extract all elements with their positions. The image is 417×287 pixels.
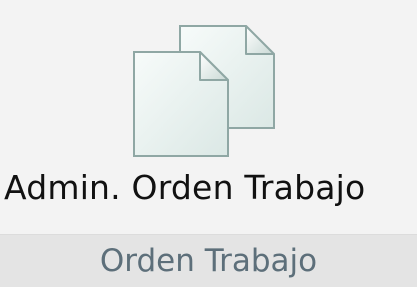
ribbon-group-label: Orden Trabajo [99,243,318,279]
admin-orden-trabajo-button[interactable]: Admin. Orden Trabajo [0,0,417,230]
documents-icon [128,24,280,160]
ribbon-group-footer: Orden Trabajo [0,234,417,287]
admin-orden-trabajo-label: Admin. Orden Trabajo [4,168,366,207]
ribbon-group-orden-trabajo: Admin. Orden Trabajo Orden Trabajo [0,0,417,287]
